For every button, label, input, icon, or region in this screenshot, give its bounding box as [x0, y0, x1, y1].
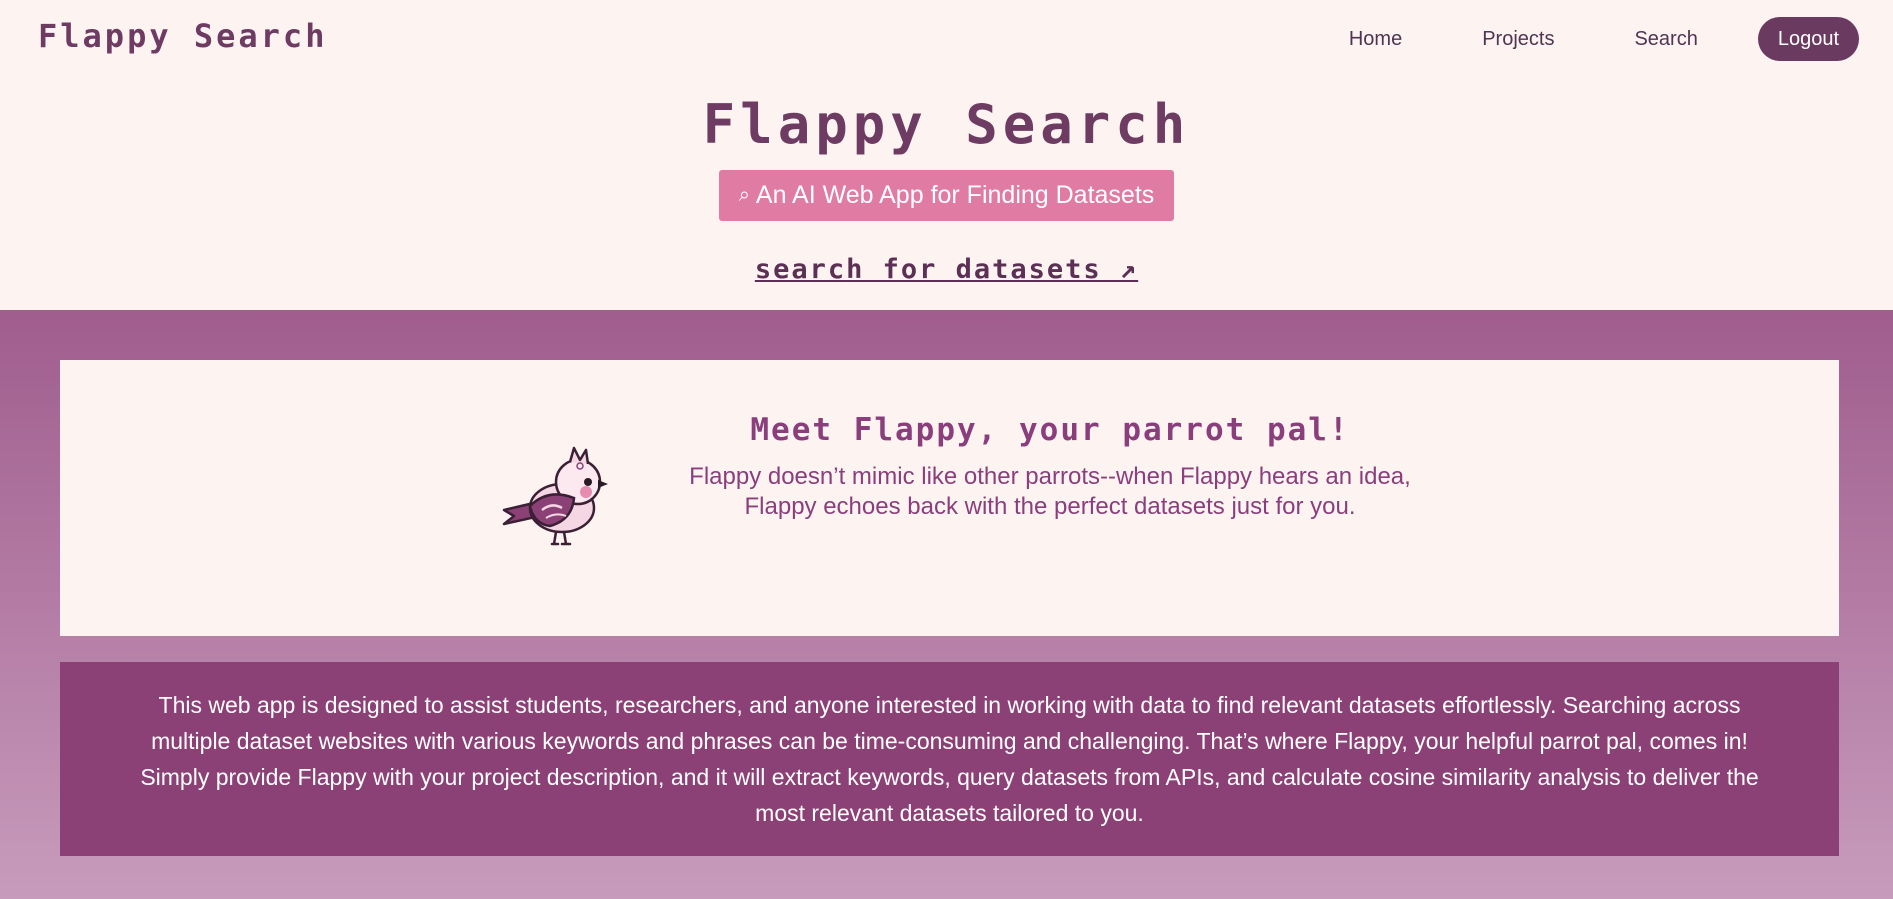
- search-icon: ⌕: [738, 184, 750, 206]
- tagline-text: An AI Web App for Finding Datasets: [755, 181, 1155, 209]
- search-datasets-link[interactable]: search for datasets ↗: [0, 254, 1893, 285]
- mascot-card: Meet Flappy, your parrot pal! Flappy doe…: [60, 360, 1839, 636]
- app-description-text: This web app is designed to assist stude…: [140, 692, 1759, 826]
- mascot-card-description: Flappy doesn’t mimic like other parrots-…: [689, 463, 1411, 520]
- nav-link-search[interactable]: Search: [1634, 28, 1697, 51]
- app-description-box: This web app is designed to assist stude…: [60, 662, 1839, 856]
- nav-link-projects[interactable]: Projects: [1482, 28, 1554, 51]
- about-section: Meet Flappy, your parrot pal! Flappy doe…: [0, 310, 1893, 899]
- tagline-badge: ⌕ An AI Web App for Finding Datasets: [718, 170, 1175, 221]
- hero-section: Flappy Search ⌕ An AI Web App for Findin…: [0, 78, 1893, 310]
- nav-link-home[interactable]: Home: [1349, 28, 1402, 51]
- logout-button[interactable]: Logout: [1757, 17, 1859, 61]
- mascot-card-text: Meet Flappy, your parrot pal! Flappy doe…: [670, 412, 1430, 522]
- brand-logo[interactable]: Flappy Search: [38, 17, 327, 55]
- mascot-card-title: Meet Flappy, your parrot pal!: [750, 412, 1350, 448]
- nav-links: Home Projects Search Logout: [1349, 17, 1859, 61]
- page-title: Flappy Search: [702, 93, 1191, 156]
- top-navbar: Flappy Search Home Projects Search Logou…: [0, 0, 1893, 78]
- tagline-wrap: ⌕ An AI Web App for Finding Datasets: [0, 170, 1893, 221]
- parrot-mascot-icon: [502, 446, 608, 546]
